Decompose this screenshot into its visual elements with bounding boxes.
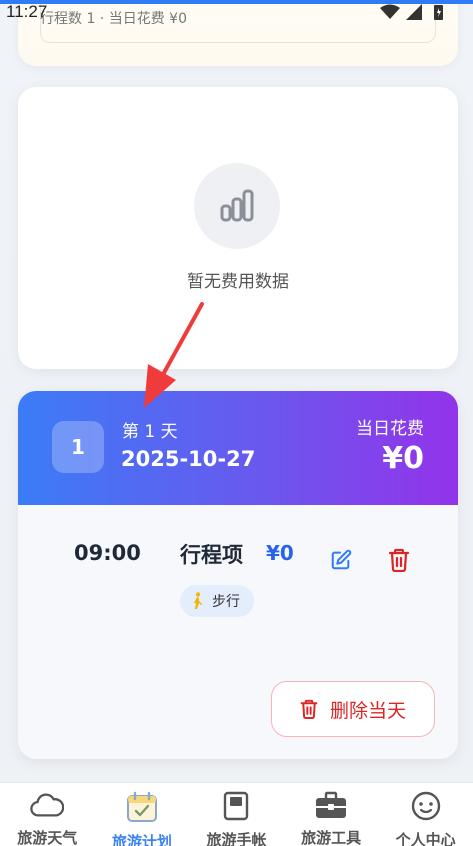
bottom-nav: 旅游天气 旅游计划 旅游手帐 旅游工具 个人中心	[0, 782, 473, 846]
day-header: 1 第 1 天 2025-10-27 当日花费 ¥0	[18, 391, 458, 505]
transport-label: 步行	[212, 594, 240, 610]
itinerary-item-title: 行程项	[180, 543, 243, 567]
day-label: 第 1 天	[122, 422, 178, 442]
trash-icon	[300, 699, 318, 719]
cloud-icon	[30, 791, 65, 819]
day-number-badge: 1	[52, 421, 104, 473]
nav-item-plan[interactable]: 旅游计划	[95, 783, 190, 846]
transport-tag: 步行	[180, 585, 254, 617]
nav-label-weather: 旅游天气	[17, 829, 78, 846]
nav-item-tools[interactable]: 旅游工具	[284, 783, 379, 846]
nav-label-journal: 旅游手帐	[206, 831, 267, 846]
edit-icon	[331, 549, 352, 570]
delete-day-label: 删除当天	[329, 699, 406, 722]
book-icon	[219, 791, 253, 821]
edit-item-button[interactable]	[328, 547, 354, 573]
day-date: 2025-10-27	[121, 447, 256, 471]
walking-icon	[194, 592, 202, 609]
day-spend-label: 当日花费	[356, 419, 424, 439]
toolbox-icon	[314, 791, 348, 819]
nav-label-profile: 个人中心	[395, 831, 456, 846]
nav-item-weather[interactable]: 旅游天气	[0, 783, 95, 846]
day-card: 1 第 1 天 2025-10-27 当日花费 ¥0 09:00 行程项 ¥0 …	[18, 391, 458, 759]
day-spend-value: ¥0	[382, 441, 424, 476]
smiley-icon	[409, 791, 443, 821]
trash-icon	[388, 548, 410, 572]
nav-label-plan: 旅游计划	[111, 833, 172, 846]
bar-chart-icon	[220, 189, 254, 222]
annotation-arrow	[144, 302, 204, 408]
delete-day-button[interactable]: 删除当天	[271, 681, 435, 737]
wifi-icon	[380, 4, 400, 19]
nav-item-journal[interactable]: 旅游手帐	[189, 783, 284, 846]
nav-label-tools: 旅游工具	[301, 829, 362, 846]
nav-item-profile[interactable]: 个人中心	[378, 783, 473, 846]
itinerary-item-time: 09:00	[74, 541, 141, 565]
empty-expense-text: 暂无费用数据	[187, 272, 289, 292]
battery-icon	[434, 5, 443, 20]
empty-chart-icon-circle	[194, 163, 280, 249]
itinerary-item-cost: ¥0	[266, 541, 294, 565]
signal-icon	[406, 4, 422, 20]
delete-item-button[interactable]	[386, 547, 412, 573]
calendar-check-icon	[125, 791, 159, 823]
status-icons	[380, 4, 443, 20]
status-bar: 11:27	[0, 0, 473, 28]
status-time: 11:27	[6, 2, 48, 21]
expense-chart-card: 暂无费用数据	[18, 87, 458, 369]
